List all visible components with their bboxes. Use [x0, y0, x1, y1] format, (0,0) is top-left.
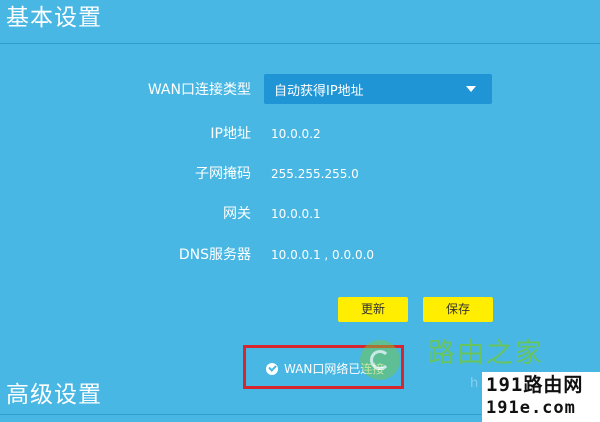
advanced-settings-title: 高级设置: [6, 382, 102, 408]
caret-down-icon: [466, 86, 476, 92]
logo-icon: [360, 340, 400, 380]
watermark-badge-line2: 191e.com: [486, 398, 576, 418]
wan-type-label: WAN口连接类型: [147, 82, 251, 98]
ip-address-value: 10.0.0.2: [271, 127, 321, 141]
refresh-button[interactable]: 更新: [338, 297, 408, 322]
basic-settings-title: 基本设置: [6, 5, 102, 31]
wan-type-selected-value: 自动获得IP地址: [274, 83, 364, 99]
dns-server-label: DNS服务器: [178, 247, 251, 263]
ip-address-label: IP地址: [210, 126, 251, 142]
subnet-mask-label: 子网掩码: [195, 166, 251, 182]
basic-settings-divider: [0, 43, 600, 44]
watermark-brand: 路由之家: [428, 338, 544, 369]
dns-server-value: 10.0.0.1 , 0.0.0.0: [271, 248, 375, 262]
watermark-site-fragment: h: [470, 376, 479, 391]
watermark-badge-line1: 191路由网: [486, 374, 584, 396]
gateway-value: 10.0.0.1: [271, 207, 321, 221]
subnet-mask-value: 255.255.255.0: [271, 167, 359, 181]
wan-type-select[interactable]: 自动获得IP地址: [264, 74, 492, 104]
save-button[interactable]: 保存: [423, 297, 493, 322]
check-circle-icon: [266, 362, 278, 375]
router-settings-page: 基本设置 WAN口连接类型 自动获得IP地址 IP地址 10.0.0.2 子网掩…: [0, 0, 600, 422]
gateway-label: 网关: [223, 206, 251, 222]
watermark-badge: 191路由网 191e.com: [482, 372, 600, 422]
